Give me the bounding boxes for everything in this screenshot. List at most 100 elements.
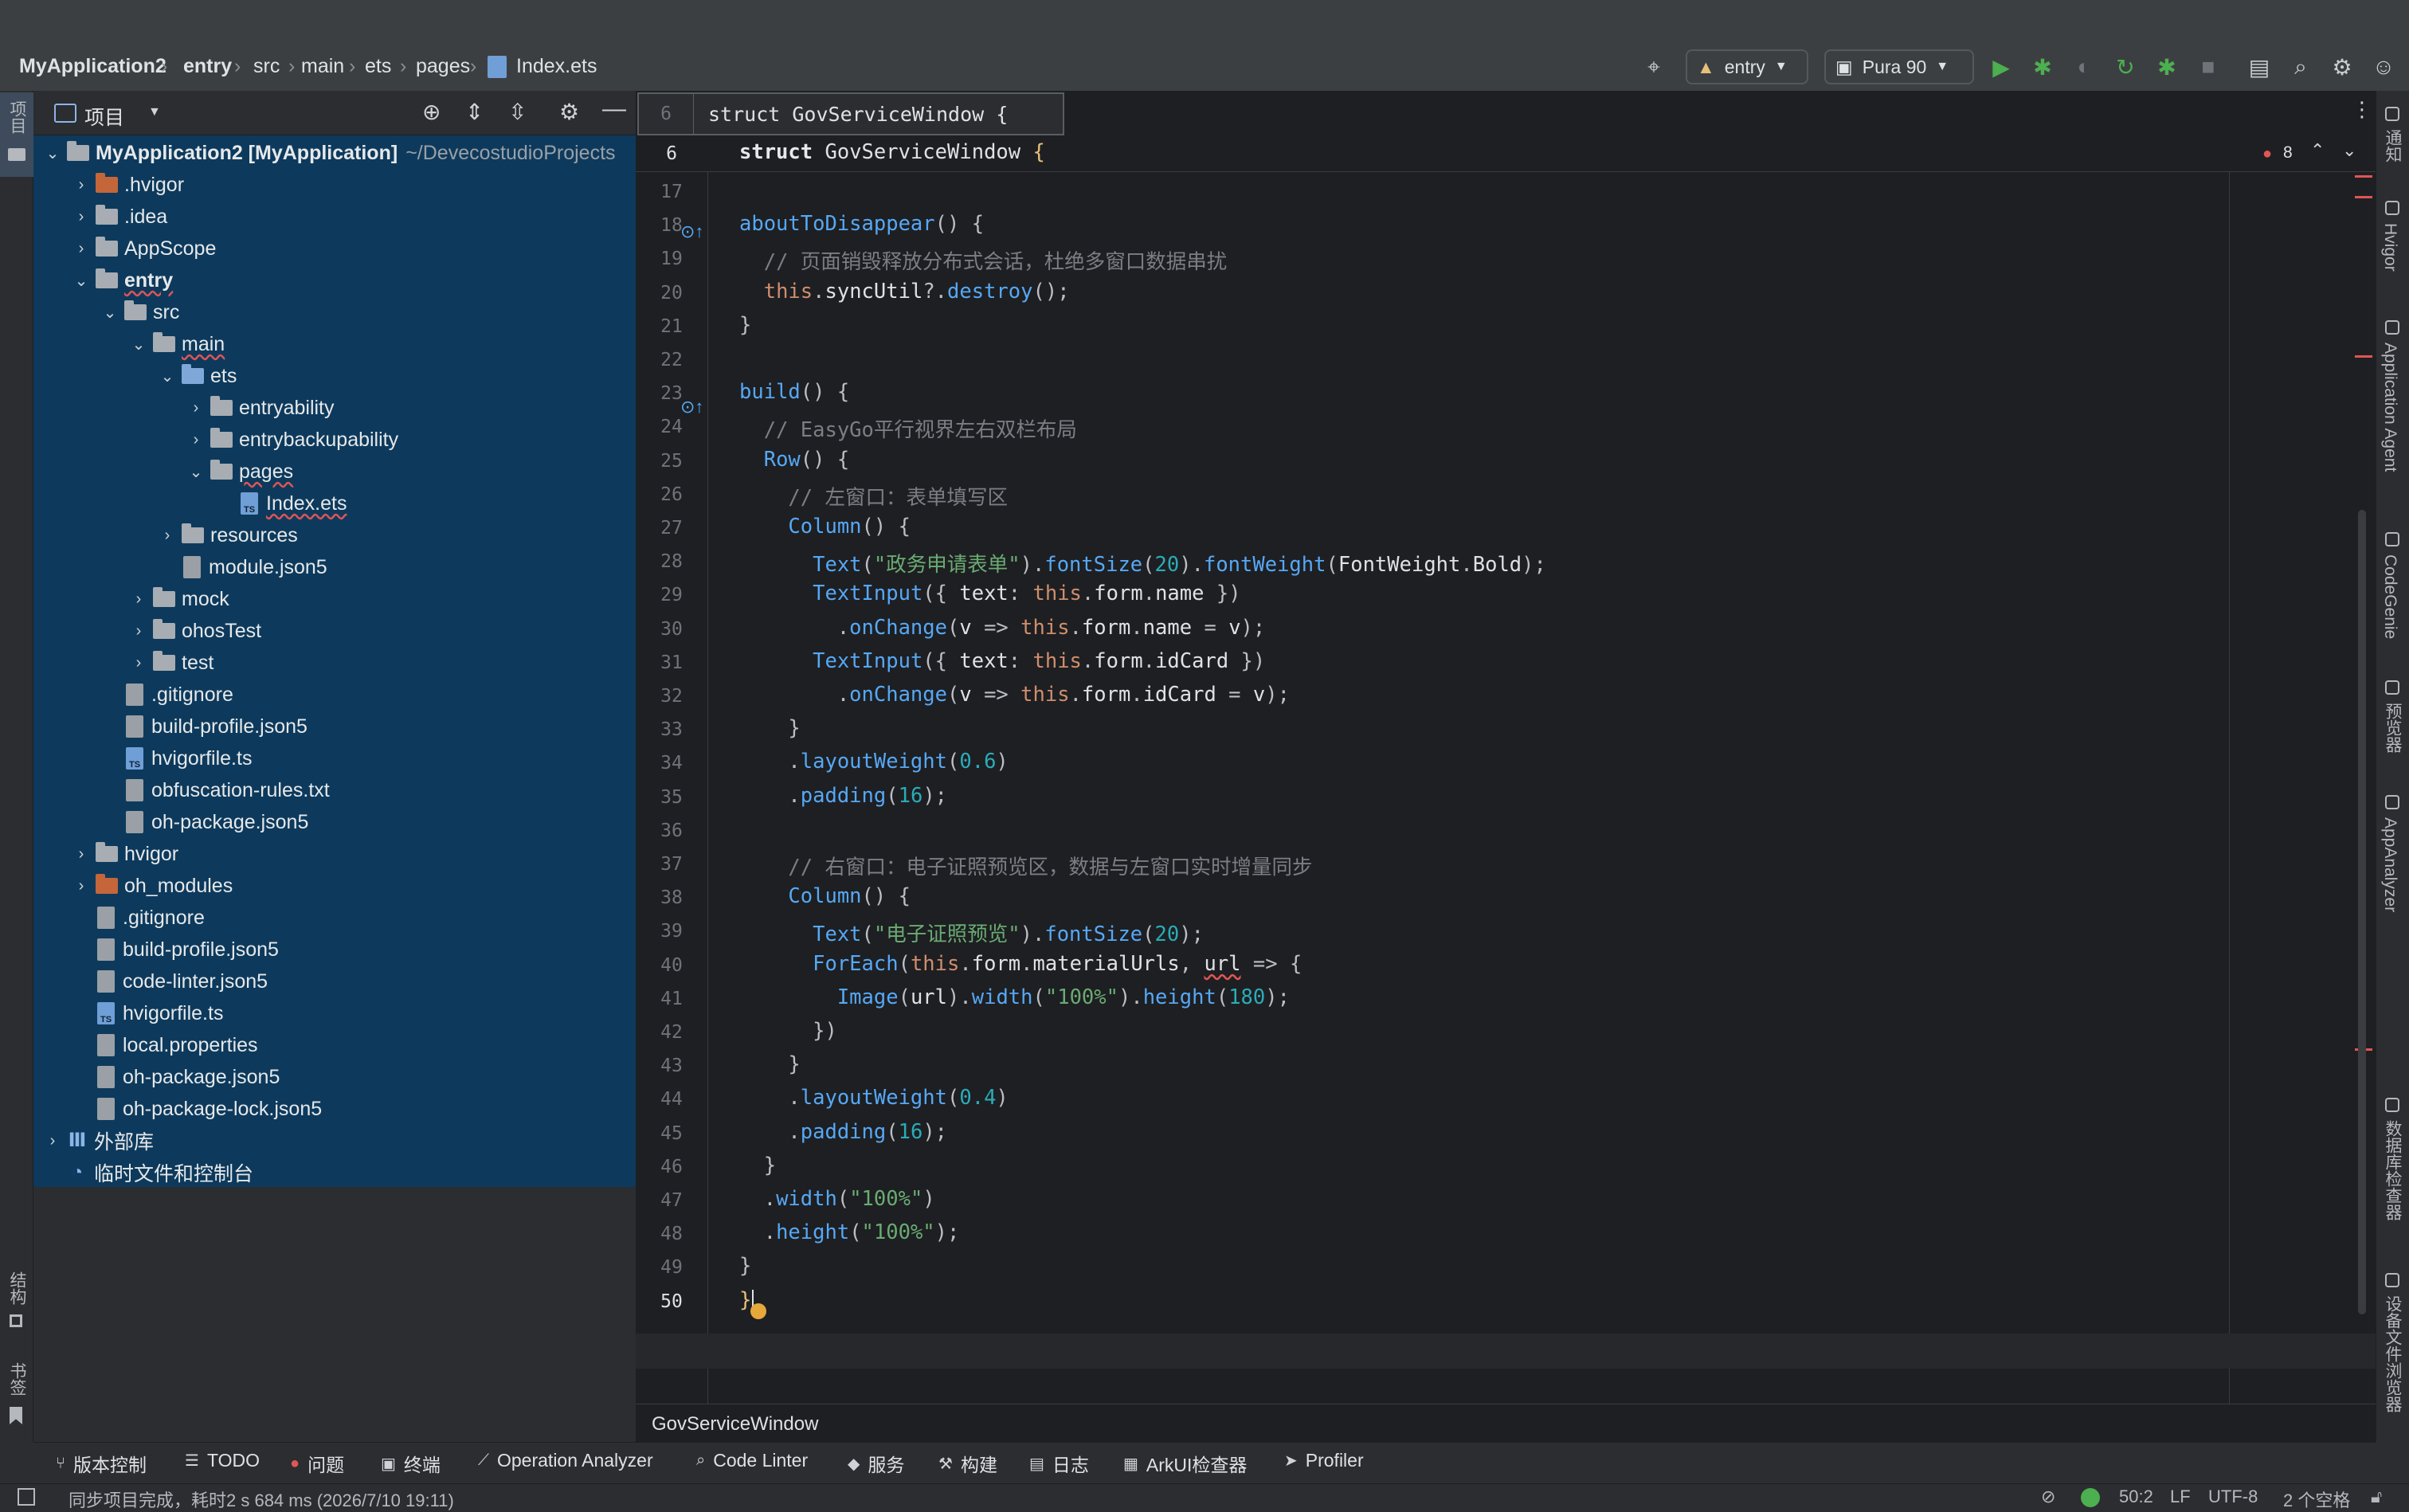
breadcrumb-pages[interactable]: pages — [416, 55, 470, 78]
collapse-all-icon[interactable]: ⇳ — [508, 99, 527, 125]
tree-node[interactable]: › oh_modules — [72, 870, 233, 902]
bookmarks-tool-button[interactable]: 书签 — [5, 1362, 29, 1396]
code-line[interactable]: .padding(16); — [739, 1120, 947, 1144]
chevron-right-icon[interactable]: › — [186, 399, 206, 417]
bottom-tab[interactable]: ⚒ 构建 — [938, 1450, 997, 1477]
override-method-icon[interactable]: ⊙↑ — [680, 221, 703, 242]
bottom-tab[interactable]: ▦ ArkUI检查器 — [1123, 1450, 1247, 1477]
tree-node[interactable]: › ohosTest — [129, 615, 261, 647]
code-line[interactable]: .onChange(v => this.form.name = v); — [739, 616, 1265, 640]
bottom-tab[interactable]: ⑂ 版本控制 — [56, 1450, 147, 1477]
chevron-right-icon[interactable]: › — [72, 208, 91, 226]
chevron-down-icon[interactable]: ▼ — [148, 105, 161, 119]
bottom-tab[interactable]: ⌕ Code Linter — [696, 1450, 808, 1471]
more-options-icon[interactable]: ⋮ — [2352, 97, 2372, 122]
device-select[interactable]: ▣ Pura 90 ▼ — [1824, 49, 1974, 84]
bottom-tab[interactable]: ▣ 终端 — [381, 1450, 441, 1477]
line-separator[interactable]: LF — [2170, 1487, 2191, 1507]
code-line[interactable]: this.syncUtil?.destroy(); — [739, 280, 1070, 304]
breadcrumb-ets[interactable]: ets — [365, 55, 391, 78]
chevron-right-icon[interactable]: › — [186, 431, 206, 449]
tree-node[interactable]: › test — [129, 647, 213, 679]
code-line[interactable]: }) — [739, 1019, 837, 1043]
tree-node[interactable]: › resources — [158, 519, 298, 551]
tree-node[interactable]: ⌄ src — [100, 296, 179, 328]
tree-node[interactable]: build-profile.json5 — [72, 934, 279, 966]
debug-icon[interactable]: ✱ — [2028, 53, 2057, 81]
code-line[interactable]: TextInput({ text: this.form.name }) — [739, 582, 1240, 605]
code-line[interactable]: // 左窗口：表单填写区 — [739, 481, 1008, 511]
chevron-down-icon[interactable]: ⌄ — [72, 271, 91, 291]
code-line[interactable]: } — [739, 716, 800, 740]
error-stripe[interactable] — [2355, 355, 2372, 358]
device-manager-icon[interactable]: ▤ — [2245, 53, 2274, 81]
chevron-right-icon[interactable]: › — [158, 527, 177, 545]
code-line[interactable]: TextInput({ text: this.form.idCard }) — [739, 649, 1265, 673]
override-method-icon[interactable]: ⊙↑ — [680, 397, 703, 417]
breadcrumb-module[interactable]: entry — [183, 55, 232, 78]
right-tool-button[interactable]: Hvigor — [2380, 223, 2399, 272]
status-message[interactable]: 同步项目完成，耗时2 s 684 ms (2026/7/10 19:11) — [69, 1487, 454, 1512]
breadcrumb-project[interactable]: MyApplication2 — [19, 55, 166, 78]
code-line[interactable]: aboutToDisappear() { — [739, 212, 984, 236]
tree-node[interactable]: › entryability — [186, 392, 335, 424]
editor-scrollbar-thumb[interactable] — [2358, 510, 2366, 1314]
chevron-right-icon[interactable]: › — [72, 877, 91, 895]
module-select[interactable]: ▲ entry ▼ — [1686, 49, 1808, 84]
bottom-tab[interactable]: ● 问题 — [290, 1450, 344, 1477]
tree-node[interactable]: › AppScope — [72, 233, 216, 264]
bottom-tab[interactable]: ◆ 服务 — [848, 1450, 904, 1477]
right-tool-button[interactable]: 预览器 — [2380, 703, 2404, 753]
error-stripe[interactable] — [2355, 175, 2372, 178]
lightbulb-icon[interactable] — [750, 1303, 766, 1319]
chevron-right-icon[interactable]: › — [72, 176, 91, 194]
account-icon[interactable]: ☺ — [2369, 53, 2398, 81]
chevron-down-icon[interactable]: ⌄ — [186, 462, 206, 482]
breadcrumb-file[interactable]: Index.ets — [516, 55, 597, 78]
tree-node[interactable]: ⌄ pages — [186, 456, 293, 488]
attach-debugger-icon[interactable]: ✱ — [2152, 53, 2181, 81]
tree-node[interactable]: code-linter.json5 — [72, 966, 268, 997]
stop-icon[interactable]: ■ — [2194, 53, 2223, 81]
chevron-right-icon[interactable]: › — [129, 654, 148, 672]
code-line[interactable]: Column() { — [739, 884, 911, 908]
tree-node[interactable]: › mock — [129, 583, 229, 615]
code-line[interactable]: Column() { — [739, 515, 911, 539]
tree-node[interactable]: local.properties — [72, 1029, 258, 1061]
chevron-down-icon[interactable]: ⌄ — [129, 335, 148, 354]
code-line[interactable]: } — [739, 1052, 800, 1076]
tree-node[interactable]: obfuscation-rules.txt — [100, 774, 330, 806]
reload-icon[interactable]: ↻ — [2111, 53, 2140, 81]
code-line[interactable]: } — [739, 313, 751, 337]
tree-node[interactable]: › .hvigor — [72, 169, 184, 201]
chevron-right-icon[interactable]: › — [129, 590, 148, 609]
code-line[interactable]: } — [739, 1254, 751, 1278]
chevron-down-icon[interactable]: ⌄ — [2342, 140, 2356, 161]
readonly-icon[interactable]: ⊘ — [2041, 1487, 2055, 1507]
tree-node[interactable]: .gitignore — [100, 679, 233, 711]
project-panel-title[interactable]: 项目 — [84, 102, 124, 131]
bottom-tab[interactable]: ➤ Profiler — [1284, 1450, 1364, 1471]
error-stripe[interactable] — [2355, 196, 2372, 198]
right-tool-button[interactable]: 数据库检查器 — [2380, 1120, 2404, 1220]
code-line[interactable]: .layoutWeight(0.4) — [739, 1086, 1008, 1110]
code-line[interactable]: // 页面销毁释放分布式会话，杜绝多窗口数据串扰 — [739, 245, 1228, 275]
code-line[interactable]: Text("政务申请表单").fontSize(20).fontWeight(F… — [739, 548, 1546, 578]
tree-node[interactable]: module.json5 — [158, 551, 327, 583]
tree-node[interactable]: TS hvigorfile.ts — [100, 742, 252, 774]
tree-node[interactable]: TS Index.ets — [215, 488, 347, 519]
tree-node[interactable]: ◔ 临时文件和控制台 — [43, 1157, 253, 1189]
indent-setting[interactable]: 2 个空格 — [2283, 1487, 2350, 1512]
breadcrumb-main[interactable]: main — [301, 55, 344, 78]
breadcrumb-src[interactable]: src — [253, 55, 280, 78]
tree-node[interactable]: ⌄ main — [129, 328, 225, 360]
target-icon[interactable]: ⌖ — [1639, 53, 1668, 81]
code-line[interactable]: .onChange(v => this.form.idCard = v); — [739, 683, 1290, 707]
code-line[interactable]: build() { — [739, 380, 849, 404]
code-line[interactable]: // 右窗口：电子证照预览区，数据与左窗口实时增量同步 — [739, 851, 1312, 880]
right-tool-button[interactable]: AppAnalyzer — [2380, 817, 2399, 912]
panel-toggle-icon[interactable] — [18, 1488, 35, 1506]
tree-node[interactable]: › .idea — [72, 201, 167, 233]
bottom-tab[interactable]: ▤ 日志 — [1029, 1450, 1089, 1477]
tree-node[interactable]: ⌄ MyApplication2 [MyApplication] ~/Devecos… — [43, 137, 616, 169]
